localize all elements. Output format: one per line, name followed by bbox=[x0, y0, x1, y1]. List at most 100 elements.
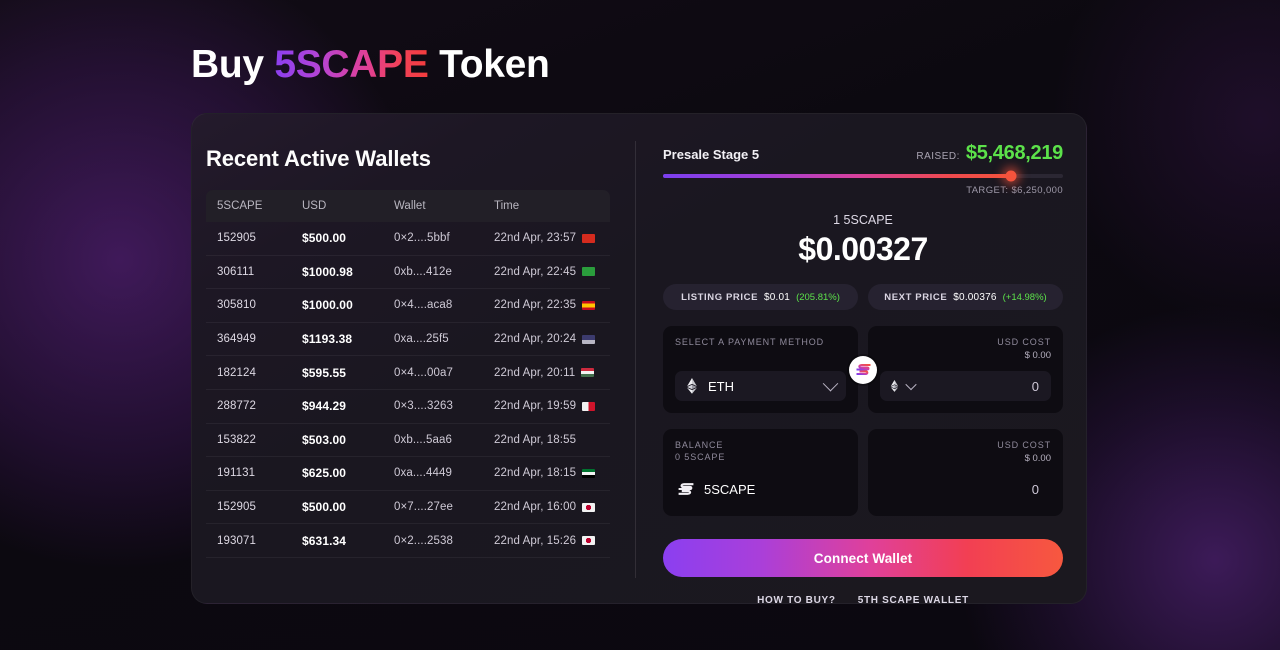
payment-token-label: ETH bbox=[708, 378, 734, 394]
cell-time: 22nd Apr, 20:24 bbox=[494, 333, 602, 345]
cell-time: 22nd Apr, 19:59 bbox=[494, 400, 602, 412]
connect-wallet-button[interactable]: Connect Wallet bbox=[663, 539, 1063, 577]
next-price-percent: (+14.98%) bbox=[1002, 291, 1047, 303]
footer-links: HOW TO BUY? 5TH SCAPE WALLET bbox=[663, 595, 1063, 603]
page-root: Buy 5SCAPE Token Recent Active Wallets 5… bbox=[0, 0, 1280, 650]
pay-amount-input[interactable]: 0 bbox=[880, 371, 1051, 401]
receive-amount-input[interactable]: 0 bbox=[880, 474, 1051, 504]
column-header-usd: USD bbox=[302, 200, 327, 212]
recent-wallets-heading: Recent Active Wallets bbox=[206, 146, 431, 171]
cell-wallet: 0×7....27ee bbox=[394, 501, 453, 514]
listing-price-pill: LISTING PRICE $0.01 (205.81%) bbox=[663, 284, 858, 310]
cell-wallet: 0×2....5bbf bbox=[394, 232, 450, 245]
cell-wallet: 0×3....3263 bbox=[394, 400, 453, 413]
next-price-label: NEXT PRICE bbox=[884, 291, 948, 303]
cell-time: 22nd Apr, 18:55 bbox=[494, 434, 602, 446]
cell-time: 22nd Apr, 22:45 bbox=[494, 266, 602, 278]
unit-label: 1 5SCAPE bbox=[833, 213, 893, 227]
cell-time: 22nd Apr, 23:57 bbox=[494, 232, 602, 244]
time-text: 22nd Apr, 19:59 bbox=[494, 400, 577, 413]
cell-wallet: 0xa....25f5 bbox=[394, 333, 449, 346]
cell-wallet: 0xb....412e bbox=[394, 265, 453, 278]
chevron-down-icon bbox=[822, 375, 839, 391]
cell-time: 22nd Apr, 20:11 bbox=[494, 367, 602, 379]
country-flag-icon bbox=[582, 334, 596, 344]
country-flag-icon bbox=[582, 502, 596, 512]
country-flag-icon bbox=[582, 401, 596, 411]
swap-button[interactable] bbox=[849, 355, 877, 384]
cell-time: 22nd Apr, 18:15 bbox=[494, 467, 602, 479]
main-card: Recent Active Wallets 5SCAPE USD Wallet … bbox=[191, 113, 1087, 604]
table-row: 306111 $1000.98 0xb....412e 22nd Apr, 22:45 bbox=[206, 256, 610, 290]
usd-cost-box-bottom: USD COST $ 0.00 0 bbox=[868, 429, 1063, 516]
chevron-down-icon bbox=[905, 378, 917, 391]
table-row: 153822 $503.00 0xb....5aa6 22nd Apr, 18:55 bbox=[206, 424, 610, 458]
cell-amount: 152905 bbox=[217, 232, 256, 245]
cell-wallet: 0xb....5aa6 bbox=[394, 433, 453, 446]
country-flag-icon bbox=[582, 536, 596, 546]
payment-method-box: SELECT A PAYMENT METHOD ETH bbox=[663, 326, 858, 413]
raised-value: $5,468,219 bbox=[965, 142, 1063, 164]
table-row: 364949 $1193.38 0xa....25f5 22nd Apr, 20:24 bbox=[206, 323, 610, 357]
balance-box: BALANCE 0 5SCAPE 5SCAPE bbox=[663, 429, 858, 516]
country-flag-icon bbox=[582, 468, 596, 478]
cell-time: 22nd Apr, 22:35 bbox=[494, 299, 602, 311]
cell-time: 22nd Apr, 15:26 bbox=[494, 535, 602, 547]
pay-amount-value: 0 bbox=[1031, 378, 1039, 394]
progress-marker-dot bbox=[1005, 170, 1017, 182]
title-brand: 5SCAPE bbox=[274, 43, 429, 86]
time-text: 22nd Apr, 18:15 bbox=[494, 467, 577, 480]
cell-usd: $1000.98 bbox=[302, 264, 353, 279]
usd-cost-box-top: USD COST $ 0.00 0 bbox=[868, 326, 1063, 413]
5th-scape-wallet-link[interactable]: 5TH SCAPE WALLET bbox=[858, 595, 969, 603]
current-price: $0.00327 bbox=[798, 231, 928, 267]
recent-wallets-panel: Recent Active Wallets 5SCAPE USD Wallet … bbox=[192, 114, 635, 603]
title-suffix: Token bbox=[428, 43, 550, 86]
cell-usd: $1000.00 bbox=[302, 298, 353, 313]
target-label: TARGET: $6,250,000 bbox=[966, 185, 1063, 196]
payment-row: SELECT A PAYMENT METHOD ETH USD COST $ 0… bbox=[663, 326, 1063, 413]
presale-progress-bar bbox=[663, 170, 1063, 182]
cell-amount: 305810 bbox=[217, 299, 256, 312]
payment-token-select[interactable]: ETH bbox=[675, 371, 846, 401]
how-to-buy-link[interactable]: HOW TO BUY? bbox=[757, 595, 836, 603]
usd-cost-value-bottom: $ 0.00 bbox=[1024, 453, 1051, 464]
column-header-time: Time bbox=[494, 200, 520, 212]
table-row: 193071 $631.34 0×2....2538 22nd Apr, 15:26 bbox=[206, 524, 610, 558]
next-price-value: $0.00376 bbox=[953, 291, 997, 303]
time-text: 22nd Apr, 23:57 bbox=[494, 232, 577, 245]
raised-label: RAISED: bbox=[916, 151, 960, 162]
usd-cost-caption-top: USD COST bbox=[997, 337, 1051, 347]
cell-amount: 364949 bbox=[217, 333, 256, 346]
time-text: 22nd Apr, 20:24 bbox=[494, 333, 577, 346]
usd-cost-caption-bottom: USD COST bbox=[997, 440, 1051, 450]
payment-method-caption: SELECT A PAYMENT METHOD bbox=[675, 337, 825, 347]
listing-price-value: $0.01 bbox=[764, 291, 791, 303]
cell-wallet: 0×2....2538 bbox=[394, 534, 453, 547]
country-flag-icon bbox=[582, 300, 596, 310]
cell-amount: 182124 bbox=[217, 366, 256, 379]
country-flag-icon bbox=[582, 267, 596, 277]
country-flag-icon bbox=[581, 368, 595, 378]
cell-time: 22nd Apr, 16:00 bbox=[494, 501, 602, 513]
cell-amount: 152905 bbox=[217, 501, 256, 514]
country-flag-icon bbox=[582, 233, 596, 243]
raised-group: RAISED: $5,468,219 bbox=[916, 142, 1063, 165]
table-row: 288772 $944.29 0×3....3263 22nd Apr, 19:59 bbox=[206, 390, 610, 424]
table-row: 191131 $625.00 0xa....4449 22nd Apr, 18:15 bbox=[206, 457, 610, 491]
presale-header: Presale Stage 5 RAISED: $5,468,219 bbox=[663, 142, 1063, 165]
cell-usd: $503.00 bbox=[302, 432, 347, 447]
time-text: 22nd Apr, 15:26 bbox=[494, 534, 577, 547]
balance-value: 0 5SCAPE bbox=[675, 452, 726, 462]
cell-usd: $595.55 bbox=[302, 365, 347, 380]
time-text: 22nd Apr, 22:45 bbox=[494, 265, 577, 278]
cell-amount: 193071 bbox=[217, 534, 256, 547]
cell-amount: 191131 bbox=[217, 467, 256, 480]
cell-usd: $944.29 bbox=[302, 399, 347, 414]
title-prefix: Buy bbox=[191, 43, 275, 86]
cell-wallet: 0×4....00a7 bbox=[394, 366, 453, 379]
wallets-table: 5SCAPE USD Wallet Time 152905 $500.00 0×2.… bbox=[206, 190, 610, 558]
5scape-logo-icon bbox=[678, 483, 694, 495]
ethereum-icon bbox=[890, 380, 899, 392]
cell-amount: 306111 bbox=[217, 265, 255, 278]
